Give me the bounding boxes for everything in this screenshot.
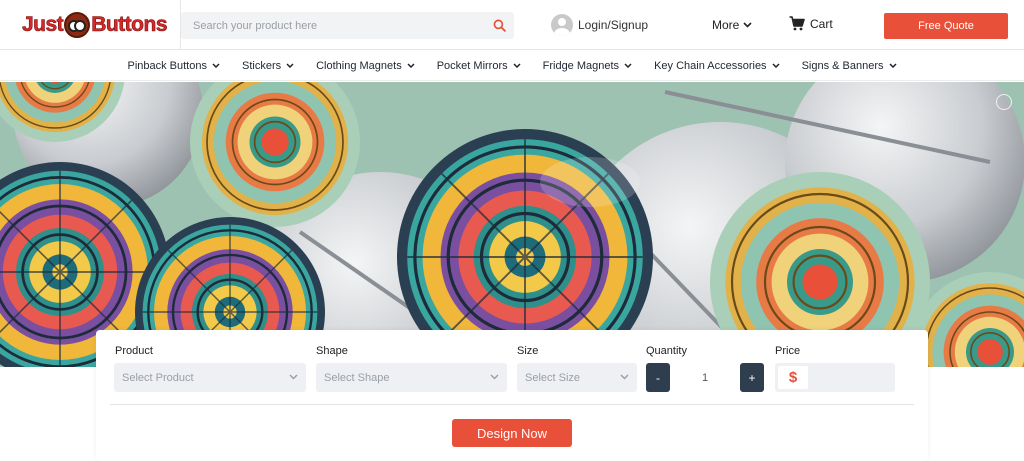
nav-item-label: Clothing Magnets <box>316 59 402 72</box>
nav-item-key-chain-accessories[interactable]: Key Chain Accessories <box>654 60 780 72</box>
nav-item-label: Signs & Banners <box>801 59 884 72</box>
quantity-decrease-button[interactable]: - <box>646 363 670 392</box>
cart-icon <box>789 16 805 31</box>
chevron-down-icon <box>513 63 521 68</box>
nav-item-label: Pinback Buttons <box>127 59 207 72</box>
product-select[interactable]: Select Product <box>114 363 306 392</box>
login-signup-link[interactable]: Login/Signup <box>551 13 648 37</box>
owl-icon <box>64 12 91 38</box>
brand-logo[interactable]: Just Buttons <box>22 9 168 41</box>
cart-link[interactable]: Cart <box>789 16 833 31</box>
nav-item-pocket-mirrors[interactable]: Pocket Mirrors <box>437 60 521 72</box>
search-button[interactable] <box>485 12 514 39</box>
price-currency-symbol: $ <box>778 366 808 389</box>
search-bar <box>181 12 514 39</box>
shape-select-value: Select Shape <box>324 371 390 384</box>
chevron-down-icon <box>624 63 632 68</box>
carousel-dot-icon[interactable] <box>996 94 1012 110</box>
chevron-down-icon <box>743 22 752 28</box>
size-select-value: Select Size <box>525 371 581 384</box>
nav-item-label: Pocket Mirrors <box>436 59 508 72</box>
chevron-down-icon <box>620 374 629 380</box>
product-configurator: Product Select Product Shape Select Shap… <box>96 330 928 461</box>
logo-text-right: Buttons <box>91 13 168 37</box>
quantity-increase-button[interactable]: + <box>740 363 764 392</box>
product-label: Product <box>115 345 153 357</box>
chevron-down-icon <box>407 63 415 68</box>
hero-banner-image <box>0 82 1024 367</box>
chevron-down-icon <box>286 63 294 68</box>
nav-item-label: Stickers <box>241 59 282 72</box>
mandala-buttons-illustration <box>0 82 1024 367</box>
nav-item-signs-banners[interactable]: Signs & Banners <box>802 60 897 72</box>
chevron-down-icon <box>888 63 897 68</box>
nav-item-stickers[interactable]: Stickers <box>242 60 294 72</box>
nav-item-label: Key Chain Accessories <box>654 59 767 72</box>
search-input[interactable] <box>181 12 485 39</box>
price-display: $ <box>775 363 895 392</box>
chevron-down-icon <box>212 63 220 68</box>
chevron-down-icon <box>772 63 780 68</box>
nav-item-clothing-magnets[interactable]: Clothing Magnets <box>316 60 415 72</box>
search-icon <box>493 19 506 32</box>
login-label: Login/Signup <box>578 18 649 32</box>
design-now-button[interactable]: Design Now <box>452 419 572 447</box>
user-avatar-icon <box>551 14 573 36</box>
nav-item-fridge-magnets[interactable]: Fridge Magnets <box>543 60 632 72</box>
chevron-down-icon <box>490 374 499 380</box>
chevron-down-icon <box>289 374 298 380</box>
form-divider <box>110 404 914 405</box>
shape-label: Shape <box>316 345 348 357</box>
nav-item-pinback-buttons[interactable]: Pinback Buttons <box>127 60 220 72</box>
category-nav: Pinback Buttons Stickers Clothing Magnet… <box>0 51 1024 81</box>
shape-select[interactable]: Select Shape <box>316 363 507 392</box>
cart-label: Cart <box>810 16 833 31</box>
size-label: Size <box>517 345 539 357</box>
more-menu[interactable]: More <box>712 18 752 32</box>
site-header: Just Buttons Login/Signup More Cart Free… <box>0 0 1024 50</box>
size-select[interactable]: Select Size <box>517 363 637 392</box>
product-select-value: Select Product <box>122 371 194 384</box>
quantity-label: Quantity <box>646 345 687 357</box>
price-label: Price <box>775 345 801 357</box>
logo-text-left: Just <box>22 13 64 37</box>
more-label: More <box>712 18 740 32</box>
quantity-input[interactable] <box>673 363 737 392</box>
free-quote-button[interactable]: Free Quote <box>884 13 1008 39</box>
nav-item-label: Fridge Magnets <box>542 59 620 72</box>
